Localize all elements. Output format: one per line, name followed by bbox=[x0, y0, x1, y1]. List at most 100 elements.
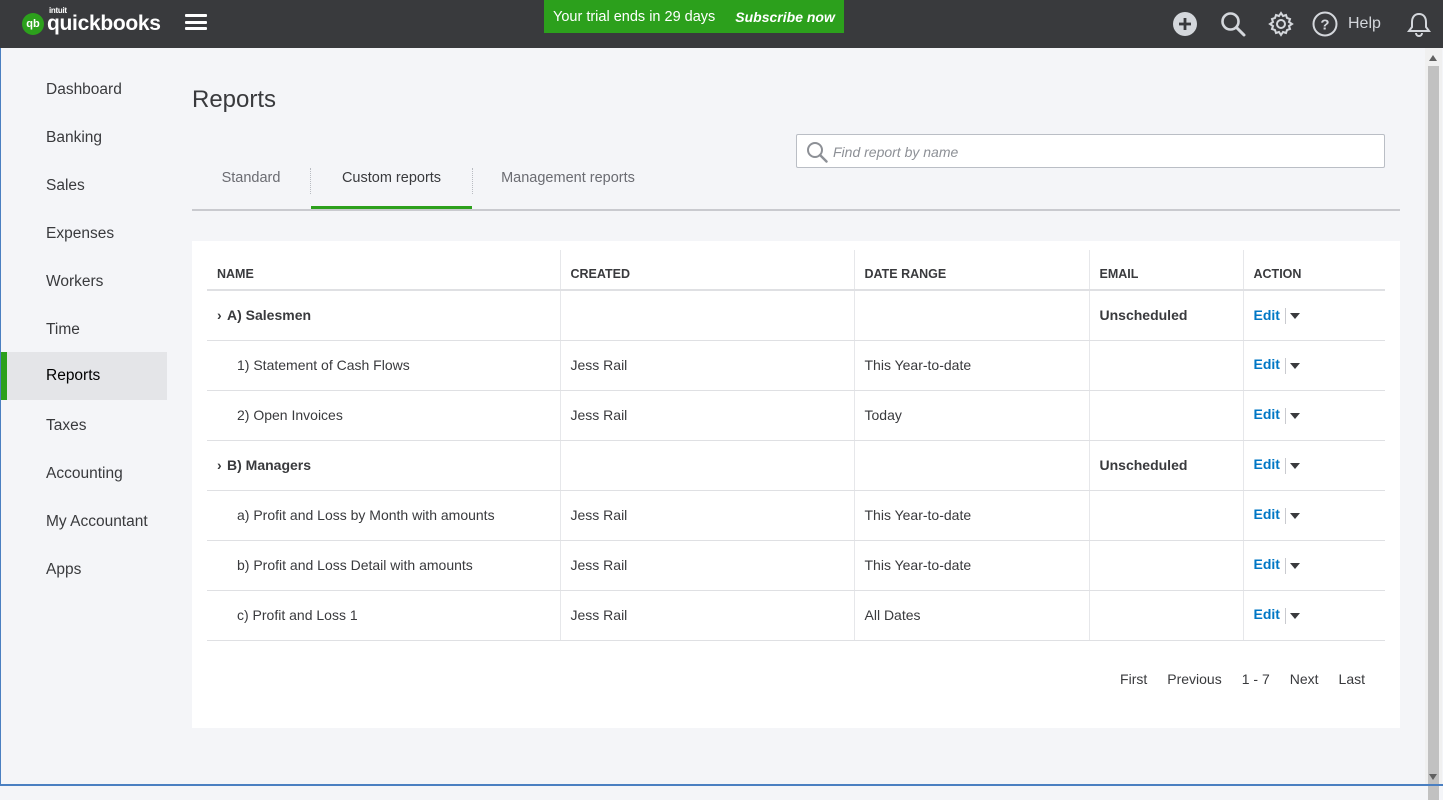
trial-banner: Your trial ends in 29 days Subscribe now bbox=[544, 0, 844, 33]
pager-next-link[interactable]: Next bbox=[1290, 671, 1319, 687]
date-range-cell: All Dates bbox=[853, 590, 1089, 641]
tab-underline-rule bbox=[192, 209, 1400, 211]
edit-button[interactable]: Edit bbox=[1254, 406, 1280, 422]
email-cell: Unscheduled bbox=[1088, 440, 1243, 491]
sidebar-item-apps[interactable]: Apps bbox=[1, 546, 167, 594]
edit-button[interactable]: Edit bbox=[1254, 456, 1280, 472]
edit-button[interactable]: Edit bbox=[1254, 356, 1280, 372]
action-divider bbox=[1284, 557, 1286, 574]
email-cell bbox=[1088, 340, 1243, 391]
date-range-cell: This Year-to-date bbox=[853, 540, 1089, 591]
sidebar-item-accounting[interactable]: Accounting bbox=[1, 450, 167, 498]
quickbooks-logo[interactable]: qb intuit quickbooks bbox=[22, 6, 161, 38]
group-name[interactable]: A) Salesmen bbox=[227, 307, 311, 323]
action-cell: Edit bbox=[1242, 590, 1385, 641]
date-range-cell bbox=[853, 440, 1089, 491]
sidebar-item-sales[interactable]: Sales bbox=[1, 162, 167, 210]
edit-button[interactable]: Edit bbox=[1254, 606, 1280, 622]
date-range-cell: This Year-to-date bbox=[853, 340, 1089, 391]
created-cell: Jess Rail bbox=[559, 540, 854, 591]
chevron-down-icon[interactable] bbox=[1289, 412, 1300, 419]
hamburger-icon bbox=[185, 14, 207, 17]
sidebar-item-time[interactable]: Time bbox=[1, 306, 167, 354]
chevron-right-icon[interactable]: › bbox=[217, 457, 227, 473]
chevron-right-icon[interactable]: › bbox=[217, 307, 227, 323]
pager-previous-link[interactable]: Previous bbox=[1167, 671, 1221, 687]
vertical-scrollbar[interactable] bbox=[1425, 48, 1442, 800]
chevron-down-icon[interactable] bbox=[1289, 512, 1300, 519]
action-cell: Edit bbox=[1242, 340, 1385, 391]
scroll-down-arrow-icon[interactable] bbox=[1429, 774, 1437, 780]
date-range-cell: Today bbox=[853, 390, 1089, 441]
created-cell: Jess Rail bbox=[559, 390, 854, 441]
edit-button[interactable]: Edit bbox=[1254, 556, 1280, 572]
report-name-cell[interactable]: 1) Statement of Cash Flows bbox=[207, 340, 560, 391]
menu-toggle-button[interactable] bbox=[185, 14, 207, 34]
pager-last-link[interactable]: Last bbox=[1339, 671, 1365, 687]
table-row-group: › B) Managers Unscheduled Edit bbox=[207, 440, 1385, 491]
tab-custom-reports[interactable]: Custom reports bbox=[311, 162, 472, 210]
column-header-created[interactable]: CREATED bbox=[559, 250, 854, 291]
created-cell: Jess Rail bbox=[559, 490, 854, 541]
chevron-down-icon[interactable] bbox=[1289, 462, 1300, 469]
sidebar-item-my-accountant[interactable]: My Accountant bbox=[1, 498, 167, 546]
sidebar-item-dashboard[interactable]: Dashboard bbox=[1, 66, 167, 114]
table-row: 2) Open Invoices Jess Rail Today Edit bbox=[207, 390, 1385, 441]
report-name-cell[interactable]: c) Profit and Loss 1 bbox=[207, 590, 560, 641]
group-name[interactable]: B) Managers bbox=[227, 457, 311, 473]
chevron-down-icon[interactable] bbox=[1289, 312, 1300, 319]
gear-icon[interactable] bbox=[1267, 10, 1295, 38]
edit-button[interactable]: Edit bbox=[1254, 506, 1280, 522]
created-cell bbox=[559, 440, 854, 491]
column-header-name[interactable]: NAME bbox=[207, 250, 560, 291]
sidebar-item-reports[interactable]: Reports bbox=[1, 352, 167, 400]
help-label[interactable]: Help bbox=[1348, 15, 1381, 33]
trial-text: Your trial ends in 29 days bbox=[553, 8, 716, 25]
tab-standard[interactable]: Standard bbox=[192, 162, 310, 210]
report-search bbox=[796, 134, 1385, 169]
edit-button[interactable]: Edit bbox=[1254, 307, 1280, 323]
chevron-down-icon[interactable] bbox=[1289, 562, 1300, 569]
created-cell: Jess Rail bbox=[559, 340, 854, 391]
report-name-cell[interactable]: b) Profit and Loss Detail with amounts bbox=[207, 540, 560, 591]
table-row: b) Profit and Loss Detail with amounts J… bbox=[207, 540, 1385, 591]
search-input[interactable] bbox=[831, 135, 1375, 169]
email-cell: Unscheduled bbox=[1088, 290, 1243, 341]
subscribe-now-button[interactable]: Subscribe now bbox=[735, 9, 835, 25]
custom-reports-table: NAME CREATED DATE RANGE EMAIL ACTION › A)… bbox=[207, 250, 1385, 641]
action-divider bbox=[1284, 357, 1286, 374]
intuit-label: intuit bbox=[49, 6, 67, 15]
help-icon[interactable]: ? bbox=[1311, 10, 1339, 38]
report-name-cell[interactable]: a) Profit and Loss by Month with amounts bbox=[207, 490, 560, 541]
action-divider bbox=[1284, 507, 1286, 524]
action-divider bbox=[1284, 457, 1286, 474]
email-cell bbox=[1088, 490, 1243, 541]
table-row: a) Profit and Loss by Month with amounts… bbox=[207, 490, 1385, 541]
tab-management-reports[interactable]: Management reports bbox=[473, 162, 663, 210]
notifications-bell-icon[interactable] bbox=[1405, 10, 1433, 38]
search-icon[interactable] bbox=[1219, 10, 1247, 38]
custom-reports-card: NAME CREATED DATE RANGE EMAIL ACTION › A)… bbox=[192, 241, 1400, 728]
column-header-email[interactable]: EMAIL bbox=[1088, 250, 1243, 291]
report-name-cell[interactable]: 2) Open Invoices bbox=[207, 390, 560, 441]
sidebar-item-banking[interactable]: Banking bbox=[1, 114, 167, 162]
scrollbar-thumb[interactable] bbox=[1428, 66, 1439, 800]
scroll-up-arrow-icon[interactable] bbox=[1429, 55, 1437, 61]
action-divider bbox=[1284, 607, 1286, 624]
email-cell bbox=[1088, 390, 1243, 441]
column-header-date-range[interactable]: DATE RANGE bbox=[853, 250, 1089, 291]
date-range-cell: This Year-to-date bbox=[853, 490, 1089, 541]
pager-first-link[interactable]: First bbox=[1120, 671, 1147, 687]
action-cell: Edit bbox=[1242, 390, 1385, 441]
top-bar: qb intuit quickbooks Your trial ends in … bbox=[0, 0, 1443, 48]
chevron-down-icon[interactable] bbox=[1289, 362, 1300, 369]
sidebar-item-taxes[interactable]: Taxes bbox=[1, 402, 167, 450]
email-cell bbox=[1088, 540, 1243, 591]
qb-logo-icon: qb bbox=[22, 13, 44, 35]
chevron-down-icon[interactable] bbox=[1289, 612, 1300, 619]
action-divider bbox=[1284, 407, 1286, 424]
email-cell bbox=[1088, 590, 1243, 641]
sidebar-item-workers[interactable]: Workers bbox=[1, 258, 167, 306]
create-plus-icon[interactable] bbox=[1171, 10, 1199, 38]
sidebar-item-expenses[interactable]: Expenses bbox=[1, 210, 167, 258]
